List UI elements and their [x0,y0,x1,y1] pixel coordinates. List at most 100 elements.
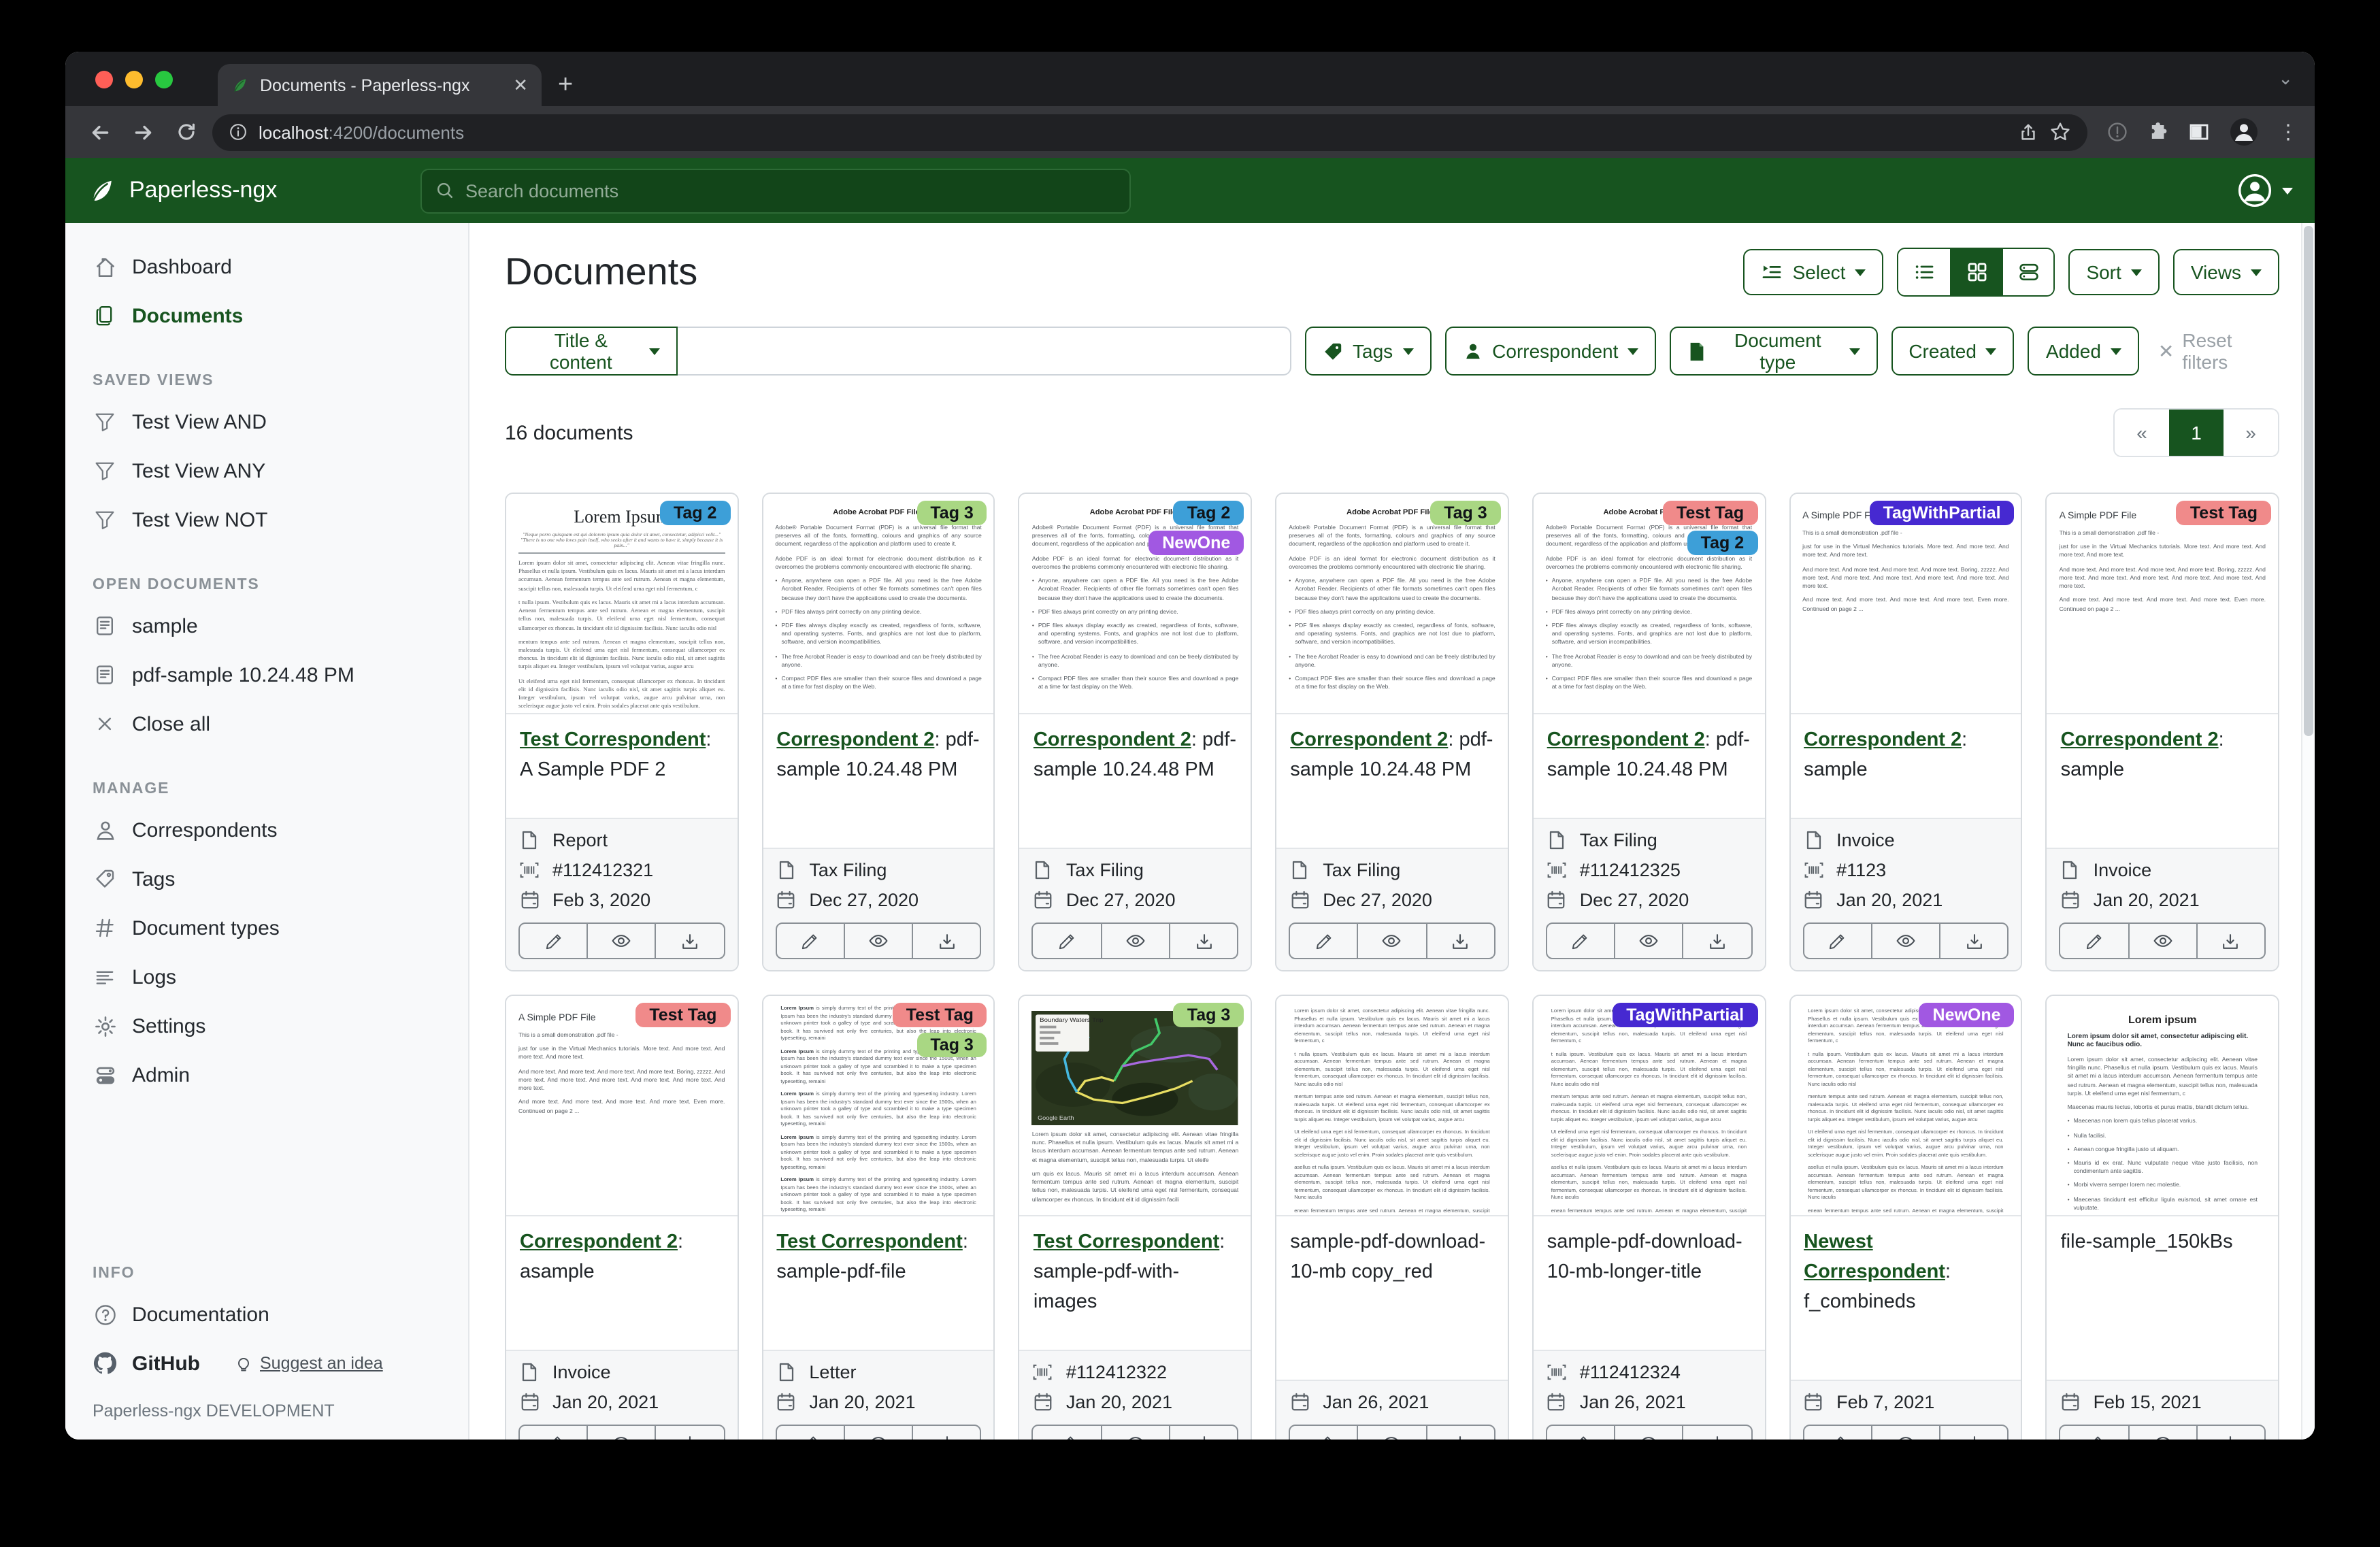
tag-badge[interactable]: Tag 3 [916,1033,987,1057]
edit-button[interactable] [1034,924,1100,958]
correspondent-link[interactable]: Test Correspondent [1034,1231,1219,1253]
sort-button[interactable]: Sort [2068,249,2159,295]
grid-view-button[interactable] [1950,249,2002,295]
close-window-button[interactable] [95,71,113,88]
main-scrollbar[interactable] [2301,223,2315,1440]
tag-badge[interactable]: TagWithPartial [1613,1003,1757,1027]
correspondent-link[interactable]: Correspondent 2 [1804,729,1962,751]
document-card[interactable]: Adobe Acrobat PDF FilesAdobe® Portable D… [1019,493,1252,971]
sidebar-item-document-types[interactable]: Document types [84,903,454,952]
document-thumbnail[interactable]: Lorem Ipsum"Neque porro quisquam est qui… [506,494,737,714]
document-thumbnail[interactable]: Lorem ipsum dolor sit amet, consectetur … [1276,996,1507,1216]
document-card-title[interactable]: Correspondent 2: sample [1790,714,2021,818]
download-button[interactable] [1683,1426,1751,1440]
sidebar-item-tags[interactable]: Tags [84,854,454,903]
document-card[interactable]: Lorem Ipsum"Neque porro quisquam est qui… [505,493,738,971]
download-button[interactable] [912,1426,980,1440]
browser-profile-avatar[interactable] [2229,117,2259,147]
app-brand[interactable]: Paperless-ngx [87,176,420,205]
tag-badge[interactable]: Tag 3 [916,501,987,525]
sidebar-item-logs[interactable]: Logs [84,952,454,1001]
correspondent-link[interactable]: Correspondent 2 [776,729,934,751]
tags-filter-button[interactable]: Tags [1305,327,1431,376]
extensions-puzzle-icon[interactable] [2147,121,2169,143]
document-card[interactable]: A Simple PDF FileThis is a small demonst… [1789,493,2022,971]
document-card[interactable]: Lorem ipsum dolor sit amet, consectetur … [1532,995,1766,1440]
page-prev-button[interactable]: « [2115,410,2169,456]
document-card-title[interactable]: Test Correspondent: sample-pdf-with-imag… [1020,1216,1251,1350]
suggest-idea-link[interactable]: Suggest an idea [234,1354,383,1373]
sidebar-item-admin[interactable]: Admin [84,1050,454,1099]
forward-icon[interactable] [125,114,161,150]
preview-button[interactable] [586,924,655,958]
document-card-title[interactable]: Correspondent 2: sample [2047,714,2278,848]
download-button[interactable] [1425,924,1493,958]
document-card-title[interactable]: Test Correspondent: A Sample PDF 2 [506,714,737,818]
preview-button[interactable] [1357,924,1425,958]
edit-button[interactable] [1804,1426,1870,1440]
tag-badge[interactable]: Test Tag [893,1003,987,1027]
document-thumbnail[interactable]: Boundary Waters TripGoogle EarthLorem ip… [1020,996,1251,1216]
document-card-title[interactable]: Newest Correspondent: f_combineds [1790,1216,2021,1380]
page-next-button[interactable]: » [2224,410,2278,456]
new-tab-button[interactable]: + [558,71,573,101]
sidebar-item-settings[interactable]: Settings [84,1001,454,1050]
document-thumbnail[interactable]: Adobe Acrobat PDF FilesAdobe® Portable D… [1534,494,1764,714]
download-button[interactable] [1169,1426,1237,1440]
edit-button[interactable] [1804,924,1870,958]
preview-button[interactable] [2128,924,2196,958]
edit-button[interactable] [1547,1426,1614,1440]
document-thumbnail[interactable]: Lorem ipsumLorem ipsum dolor sit amet, c… [2047,996,2278,1216]
document-thumbnail[interactable]: Lorem ipsum dolor sit amet, consectetur … [1534,996,1764,1216]
site-info-icon[interactable] [229,122,248,142]
preview-button[interactable] [1871,924,1939,958]
edit-button[interactable] [2061,924,2128,958]
minimize-window-button[interactable] [125,71,143,88]
side-panel-icon[interactable] [2188,121,2210,143]
reset-filters-link[interactable]: ✕Reset filters [2158,329,2279,373]
correspondent-link[interactable]: Newest Correspondent [1804,1231,1945,1283]
document-thumbnail[interactable]: Lorem ipsum dolor sit amet, consectetur … [1790,996,2021,1216]
preview-button[interactable] [1871,1426,1939,1440]
alert-circle-icon[interactable] [2106,121,2128,143]
edit-button[interactable] [776,1426,843,1440]
document-card[interactable]: Adobe Acrobat PDF FilesAdobe® Portable D… [1275,493,1508,971]
download-button[interactable] [1169,924,1237,958]
download-button[interactable] [1939,924,2007,958]
download-button[interactable] [1939,1426,2007,1440]
zoom-window-button[interactable] [155,71,173,88]
preview-button[interactable] [1614,1426,1682,1440]
list-view-button[interactable] [1898,249,1950,295]
document-card[interactable]: Lorem ipsumLorem ipsum dolor sit amet, c… [2046,995,2279,1440]
created-filter-button[interactable]: Created [1891,327,2015,376]
correspondent-filter-button[interactable]: Correspondent [1444,327,1656,376]
sidebar-item-documentation[interactable]: Documentation [84,1290,454,1339]
correspondent-link[interactable]: Correspondent 2 [1034,729,1191,751]
back-icon[interactable] [82,114,117,150]
global-search-input[interactable]: Search documents [420,168,1131,213]
page-current[interactable]: 1 [2169,410,2224,456]
document-card[interactable]: Adobe Acrobat PDF FilesAdobe® Portable D… [1532,493,1766,971]
document-card-title[interactable]: Correspondent 2: pdf-sample 10.24.48 PM [1534,714,1764,818]
edit-button[interactable] [776,924,843,958]
edit-button[interactable] [520,1426,586,1440]
tab-search-chevron-icon[interactable]: ⌄ [2278,68,2293,90]
preview-button[interactable] [1100,1426,1168,1440]
sidebar-item-test-view-any[interactable]: Test View ANY [84,446,454,495]
share-icon[interactable] [2018,122,2038,142]
download-button[interactable] [655,1426,723,1440]
edit-button[interactable] [1290,1426,1357,1440]
preview-button[interactable] [1100,924,1168,958]
preview-button[interactable] [1614,924,1682,958]
download-button[interactable] [655,924,723,958]
preview-button[interactable] [2128,1426,2196,1440]
tag-badge[interactable]: Tag 3 [1174,1003,1244,1027]
document-card-title[interactable]: Correspondent 2: asample [506,1216,737,1350]
document-card-title[interactable]: Correspondent 2: pdf-sample 10.24.48 PM [1020,714,1251,848]
document-thumbnail[interactable]: A Simple PDF FileThis is a small demonst… [1790,494,2021,714]
tag-badge[interactable]: Test Tag [1663,501,1757,525]
tag-badge[interactable]: Test Tag [635,1003,730,1027]
url-bar[interactable]: localhost:4200/documents [212,114,2087,150]
sidebar-item-test-view-not[interactable]: Test View NOT [84,495,454,544]
views-button[interactable]: Views [2173,249,2279,295]
